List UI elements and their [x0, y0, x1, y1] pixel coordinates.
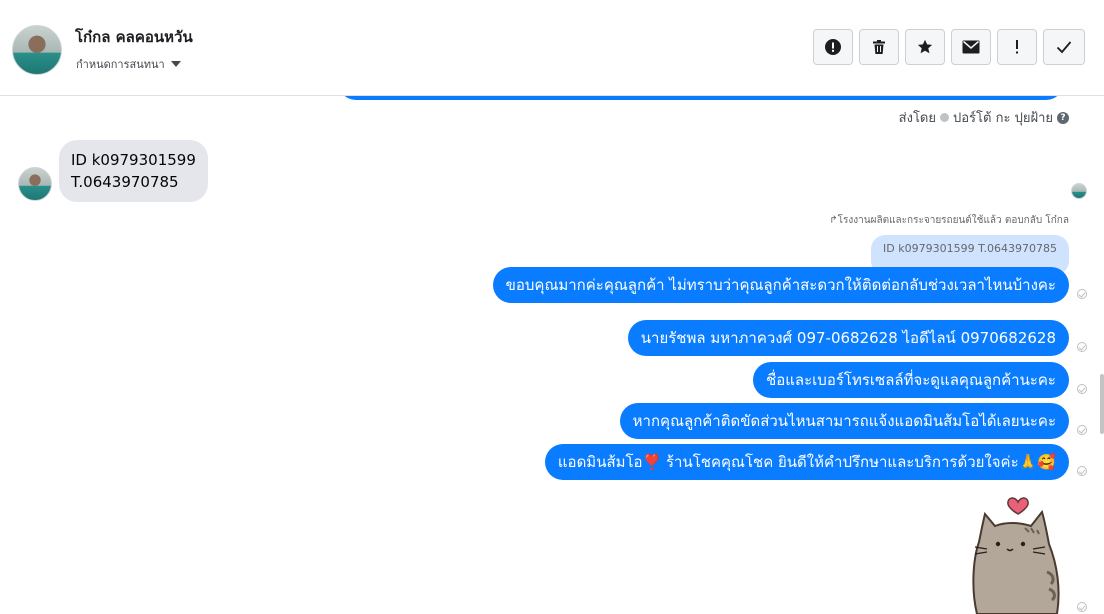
star-button[interactable] [905, 29, 945, 65]
assign-conversation-dropdown[interactable]: กำหนดการสนทนา [76, 55, 181, 73]
spam-button[interactable] [997, 29, 1037, 65]
sender-avatar[interactable] [18, 167, 52, 201]
pusheen-cat-sticker[interactable] [965, 494, 1075, 614]
delete-button[interactable] [859, 29, 899, 65]
mark-unread-button[interactable] [951, 29, 991, 65]
outgoing-message-bubble[interactable]: แอดมินส้มโอ❣️ ร้านโชคคุณโชค ยินดีให้คำปร… [544, 444, 1069, 480]
sent-by-name[interactable]: ปอร์โต้ กะ ปุยฝ้าย [953, 107, 1053, 128]
scrollbar-thumb[interactable] [1100, 374, 1104, 434]
conversation-header: โก๋กล คลคอนหวัน กำหนดการสนทนา [0, 0, 1104, 96]
delivered-check-icon [1077, 466, 1087, 476]
report-button[interactable] [813, 29, 853, 65]
delivered-check-icon [1077, 425, 1087, 435]
help-icon[interactable]: ? [1057, 111, 1069, 124]
delivered-check-icon [1077, 289, 1087, 299]
reply-context-note: ↱โรงงานผลิตและกระจายรถยนต์ใช้แล้ว ตอบกลั… [829, 215, 1069, 226]
incoming-message-bubble[interactable]: ID k0979301599 T.0643970785 [59, 140, 208, 202]
previous-message-bubble [338, 96, 1064, 100]
outgoing-message-bubble[interactable]: นายรัชพล มหาภาควงศ์ 097-0682628 ไอดีไลน์… [627, 320, 1069, 356]
outgoing-message-bubble[interactable]: ขอบคุณมากค่ะคุณลูกค้า ไม่ทราบว่าคุณลูกค้… [492, 267, 1069, 303]
incoming-message-line: T.0643970785 [71, 173, 179, 191]
caret-down-icon [170, 61, 181, 67]
report-icon [825, 39, 841, 55]
message-thread[interactable]: ส่งโดย ปอร์โต้ กะ ปุยฝ้าย ? ID k09793015… [0, 96, 1104, 614]
verified-icon [940, 113, 949, 122]
thread-scrollbar[interactable] [1099, 96, 1104, 614]
sent-by-line: ส่งโดย ปอร์โต้ กะ ปุยฝ้าย ? [899, 107, 1069, 128]
star-icon [917, 39, 933, 55]
done-button[interactable] [1043, 29, 1085, 65]
assign-conversation-label: กำหนดการสนทนา [76, 58, 165, 71]
contact-avatar[interactable] [12, 25, 62, 75]
sent-by-label: ส่งโดย [898, 111, 936, 126]
incoming-message-line: ID k0979301599 [71, 151, 196, 169]
contact-name[interactable]: โก๋กล คลคอนหวัน [75, 25, 193, 49]
checkmark-icon [1056, 40, 1072, 54]
outgoing-message-bubble[interactable]: หากคุณลูกค้าติดขัดส่วนไหนสามารถแจ้งแอดมิ… [619, 403, 1069, 439]
conversation-toolbar [813, 29, 1085, 65]
outgoing-message-bubble[interactable]: ชื่อและเบอร์โทรเซลล์ที่จะดูแลคุณลูกค้านะ… [753, 362, 1069, 398]
delivered-check-icon [1077, 602, 1087, 612]
delivered-check-icon [1077, 384, 1087, 394]
exclamation-icon [1014, 39, 1020, 55]
seen-indicator-avatar [1071, 183, 1087, 199]
delivered-check-icon [1077, 342, 1087, 352]
trash-icon [871, 39, 887, 55]
envelope-icon [962, 40, 980, 54]
